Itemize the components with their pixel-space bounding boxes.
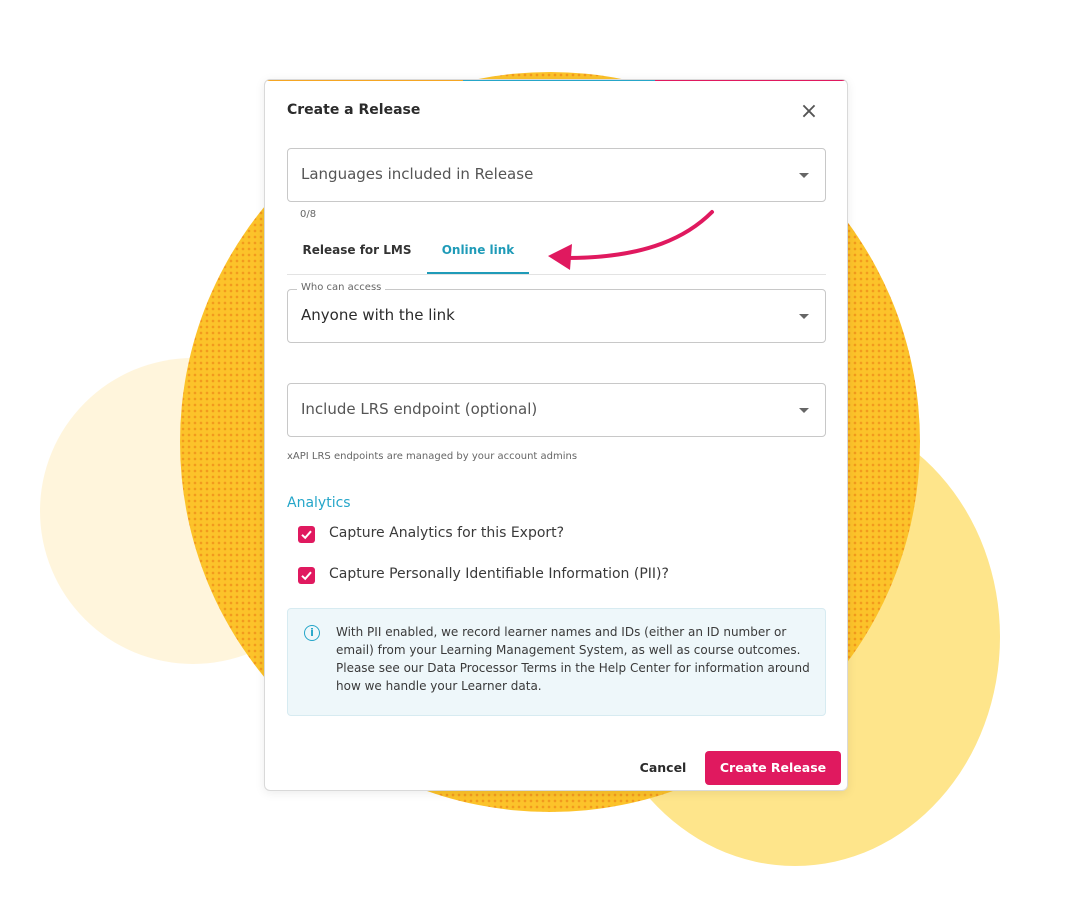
tab-online-link[interactable]: Online link xyxy=(427,228,529,274)
pii-info-text: With PII enabled, we record learner name… xyxy=(336,625,810,693)
access-select-value: Anyone with the link xyxy=(301,306,455,324)
chevron-down-icon xyxy=(799,173,809,178)
chevron-down-icon xyxy=(799,408,809,413)
lrs-endpoint-placeholder: Include LRS endpoint (optional) xyxy=(301,400,538,418)
access-select-legend: Who can access xyxy=(297,282,386,293)
languages-select[interactable]: Languages included in Release xyxy=(287,148,826,202)
access-select[interactable]: Who can access Anyone with the link xyxy=(287,282,826,343)
pointer-arrow-icon xyxy=(548,210,714,270)
cancel-button[interactable]: Cancel xyxy=(631,752,695,784)
dialog-title: Create a Release xyxy=(287,102,421,118)
lrs-endpoint-select[interactable]: Include LRS endpoint (optional) xyxy=(287,383,826,437)
checkbox-checked-icon[interactable] xyxy=(298,567,315,584)
languages-counter: 0/8 xyxy=(300,209,317,220)
create-release-dialog: Create a Release × Languages included in… xyxy=(264,79,848,791)
tab-release-for-lms[interactable]: Release for LMS xyxy=(287,228,427,272)
analytics-heading: Analytics xyxy=(287,495,351,511)
chevron-down-icon xyxy=(799,314,809,319)
dialog-color-strip xyxy=(265,80,847,81)
languages-select-placeholder: Languages included in Release xyxy=(301,165,534,183)
capture-analytics-label: Capture Analytics for this Export? xyxy=(329,525,565,541)
checkbox-checked-icon[interactable] xyxy=(298,526,315,543)
pii-info-box: i With PII enabled, we record learner na… xyxy=(287,608,826,716)
capture-pii-label: Capture Personally Identifiable Informat… xyxy=(329,566,669,582)
create-release-button[interactable]: Create Release xyxy=(705,751,841,785)
close-icon[interactable]: × xyxy=(799,101,819,123)
info-icon: i xyxy=(304,625,320,641)
lrs-helper-text: xAPI LRS endpoints are managed by your a… xyxy=(287,451,578,462)
